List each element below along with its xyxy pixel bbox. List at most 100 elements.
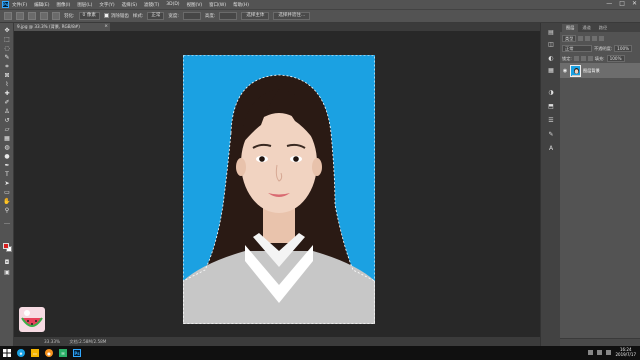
filter-row: 类型 [562, 34, 638, 43]
app-logo: Ps [2, 1, 9, 8]
feather-input[interactable]: 0 像素 [78, 12, 100, 20]
visibility-eye-icon[interactable]: ◉ [562, 68, 568, 74]
subtract-selection-icon[interactable] [40, 12, 48, 20]
more-tools-icon[interactable]: … [3, 219, 11, 226]
character-panel-icon[interactable]: A [547, 145, 555, 152]
lock-pixels-icon[interactable] [573, 56, 579, 61]
screen-mode-icon[interactable]: ▣ [3, 269, 11, 276]
frame-tool-icon[interactable]: ⊠ [3, 72, 11, 79]
menu-select[interactable]: 选择(S) [122, 2, 137, 8]
antialias-option[interactable]: 消除锯齿 [103, 13, 129, 19]
rectangle-tool-icon[interactable]: ▭ [3, 189, 11, 196]
blur-tool-icon[interactable]: ◍ [3, 144, 11, 151]
tray-volume-icon[interactable] [597, 349, 603, 355]
select-subject-button[interactable]: 选择主体 [241, 12, 270, 20]
new-selection-icon[interactable] [16, 12, 24, 20]
select-and-mask-button[interactable]: 选择并遮住... [273, 12, 311, 20]
type-tool-icon[interactable]: T [3, 171, 11, 178]
layer-thumbnail [570, 64, 581, 77]
wechat-icon[interactable]: ✉ [59, 349, 67, 357]
tab-channels[interactable]: 通道 [578, 24, 594, 32]
close-document-icon[interactable]: × [104, 23, 108, 31]
lasso-tool-icon[interactable]: ◌ [3, 45, 11, 52]
height-label: 高度: [204, 14, 216, 19]
menu-window[interactable]: 窗口(W) [209, 2, 226, 8]
filter-pixel-icon[interactable] [578, 36, 584, 41]
add-selection-icon[interactable] [28, 12, 36, 20]
lock-all-icon[interactable] [587, 56, 593, 61]
foreground-color-swatch[interactable] [3, 243, 9, 249]
blend-mode-select[interactable]: 正常 [562, 45, 592, 52]
status-bar: 33.33% 文档:2.58M/2.58M [14, 337, 540, 346]
path-select-tool-icon[interactable]: ➤ [3, 180, 11, 187]
layer-thumbnail-graphic [572, 67, 580, 76]
layer-name[interactable]: 图层背景 [583, 68, 600, 74]
filter-adjust-icon[interactable] [585, 36, 591, 41]
photoshop-taskbar-icon[interactable]: Ps [73, 349, 81, 357]
libraries-panel-icon[interactable]: ☰ [547, 117, 555, 124]
properties-panel-icon[interactable]: ◫ [547, 41, 555, 48]
quick-mask-icon[interactable]: ◘ [3, 259, 11, 266]
zoom-level[interactable]: 33.33% [44, 339, 60, 344]
minimize-button[interactable]: — [606, 1, 612, 7]
hand-tool-icon[interactable]: ✋ [3, 198, 11, 205]
color-panel-icon[interactable]: ◐ [547, 55, 555, 62]
menu-filter[interactable]: 滤镜(T) [144, 2, 159, 8]
marquee-tool-icon[interactable]: ⬚ [3, 36, 11, 43]
history-brush-tool-icon[interactable]: ↺ [3, 117, 11, 124]
opacity-input[interactable]: 100% [614, 45, 633, 52]
menu-layer[interactable]: 图层(L) [77, 2, 92, 8]
fill-input[interactable]: 100% [606, 55, 625, 62]
document-tab[interactable]: 9.jpg @ 33.3% (背景, RGB/8#) × [14, 23, 110, 31]
intersect-selection-icon[interactable] [52, 12, 60, 20]
width-input[interactable] [182, 12, 201, 20]
tray-network-icon[interactable] [588, 349, 594, 355]
history-panel-icon[interactable]: ▤ [547, 29, 555, 36]
filter-shape-icon[interactable] [599, 36, 605, 41]
windows-start-icon[interactable] [3, 349, 11, 357]
menu-3d[interactable]: 3D(D) [166, 2, 179, 7]
menu-edit[interactable]: 编辑(E) [34, 2, 49, 8]
clock[interactable]: 16:24 2019/7/17 [615, 347, 636, 357]
gradient-tool-icon[interactable]: ▦ [3, 135, 11, 142]
swatches-panel-icon[interactable]: ▦ [547, 67, 555, 74]
menu-view[interactable]: 视图(V) [187, 2, 203, 8]
browser-icon[interactable]: e [17, 349, 25, 357]
brushes-panel-icon[interactable]: ✎ [547, 131, 555, 138]
tab-layers[interactable]: 图层 [562, 24, 579, 32]
zoom-tool-icon[interactable]: ⚲ [3, 207, 11, 214]
styles-panel-icon[interactable]: ⬒ [547, 103, 555, 110]
eyedropper-tool-icon[interactable]: ⌇ [3, 81, 11, 88]
pen-tool-icon[interactable]: ✒ [3, 162, 11, 169]
layer-row[interactable]: ◉ 图层背景 [560, 63, 640, 78]
canvas-area[interactable] [14, 31, 540, 337]
dodge-tool-icon[interactable]: ● [3, 153, 11, 160]
document-info[interactable]: 文档:2.58M/2.58M [69, 339, 106, 344]
move-tool-icon[interactable]: ✥ [3, 27, 11, 34]
menu-image[interactable]: 图像(I) [56, 2, 70, 8]
height-input[interactable] [219, 12, 238, 20]
tab-paths[interactable]: 路径 [595, 24, 611, 32]
quick-select-tool-icon[interactable]: ✎ [3, 54, 11, 61]
adjustments-panel-icon[interactable]: ◑ [547, 89, 555, 96]
menu-type[interactable]: 文字(Y) [99, 2, 114, 8]
menu-file[interactable]: 文件(F) [12, 2, 27, 8]
healing-brush-tool-icon[interactable]: ✚ [3, 90, 11, 97]
eraser-tool-icon[interactable]: ▱ [3, 126, 11, 133]
close-button[interactable]: ✕ [632, 1, 637, 7]
style-select[interactable]: 正常 [147, 12, 165, 20]
brush-tool-icon[interactable]: ✐ [3, 99, 11, 106]
clone-stamp-tool-icon[interactable]: ♙ [3, 108, 11, 115]
crop-tool-icon[interactable]: ⌗ [3, 63, 11, 70]
layer-kind-filter[interactable]: 类型 [562, 35, 577, 42]
antialias-checkbox[interactable] [103, 13, 109, 18]
maximize-button[interactable]: □ [619, 1, 625, 7]
marquee-preset-icon[interactable] [4, 12, 12, 20]
file-explorer-icon[interactable]: ▭ [31, 349, 39, 357]
tray-ime-icon[interactable] [606, 349, 612, 355]
menu-help[interactable]: 帮助(H) [233, 2, 249, 8]
opacity-label: 不透明度: [594, 45, 613, 51]
app-icon-orange[interactable]: ● [45, 349, 53, 357]
lock-position-icon[interactable] [580, 56, 586, 61]
filter-type-icon[interactable] [592, 36, 598, 41]
